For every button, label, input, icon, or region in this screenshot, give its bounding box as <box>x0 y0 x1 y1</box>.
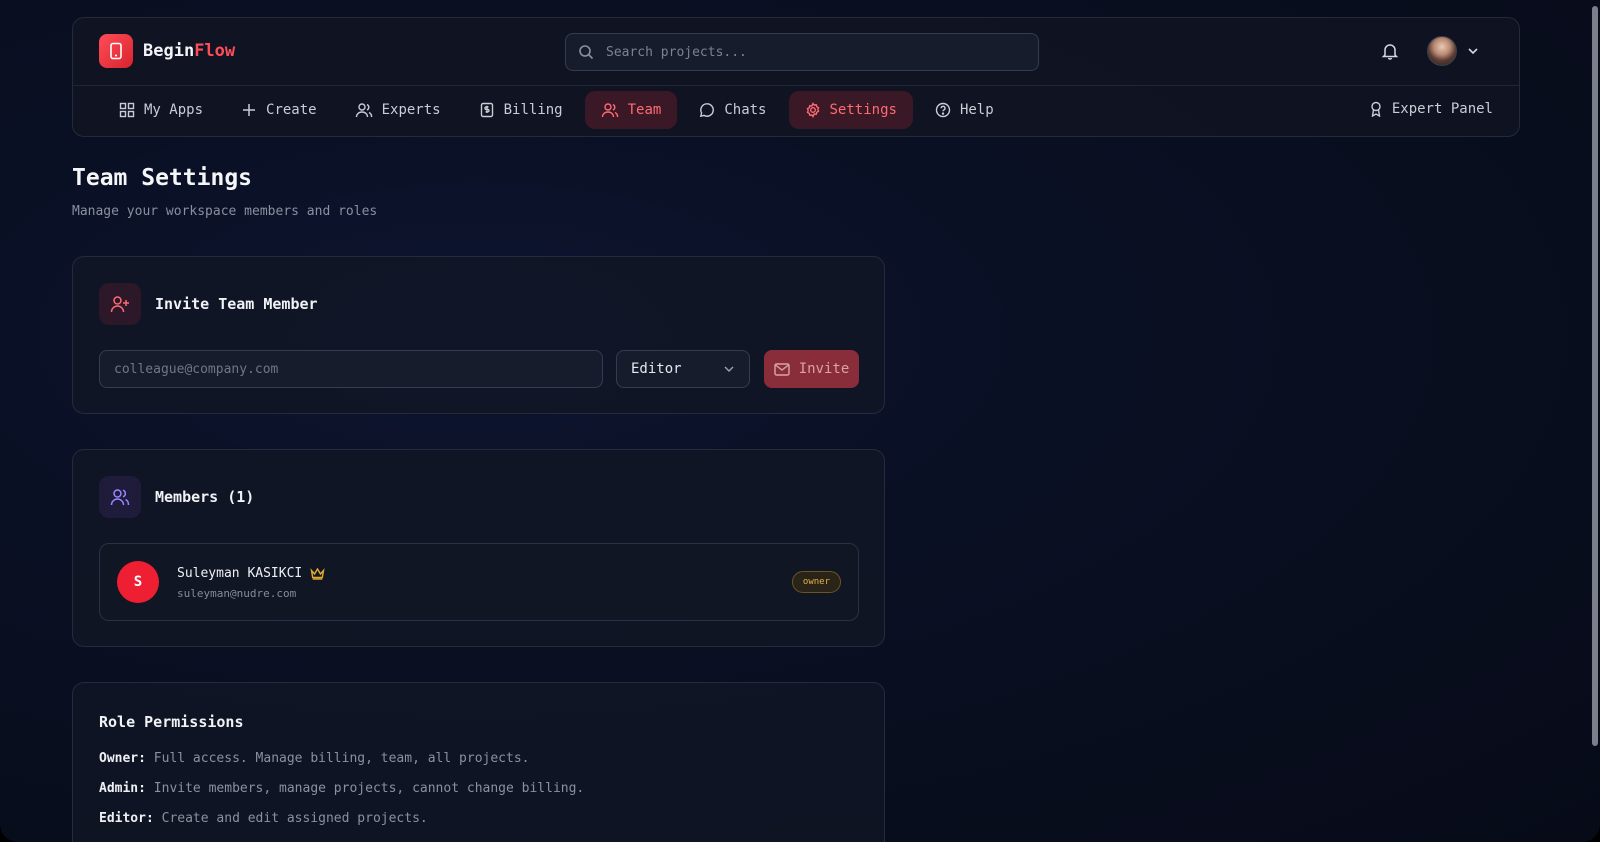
main-nav: My Apps Create Experts Billing Team Chat… <box>103 90 1010 130</box>
brand-name: BeginFlow <box>143 41 236 61</box>
permissions-card: Role Permissions Owner: Full access. Man… <box>72 682 885 842</box>
nav-label: My Apps <box>144 102 204 118</box>
role-badge: owner <box>791 571 841 593</box>
mail-icon <box>774 362 790 376</box>
expert-panel-label: Expert Panel <box>1391 101 1493 117</box>
members-card: Members (1) S Suleyman KASIKCI suleyman@… <box>72 449 885 647</box>
member-name: Suleyman KASIKCI <box>177 566 325 581</box>
page-subtitle: Manage your workspace members and roles <box>72 204 378 219</box>
permission-owner: Owner: Full access. Manage billing, team… <box>99 751 530 766</box>
nav-item-help[interactable]: Help <box>919 91 1010 129</box>
receipt-icon <box>480 102 493 118</box>
permission-editor: Editor: Create and edit assigned project… <box>99 811 428 826</box>
header: BeginFlow My Apps Create <box>72 17 1520 137</box>
role-select-value: Editor <box>631 361 682 377</box>
chevron-down-icon[interactable] <box>1467 45 1479 57</box>
app-window: BeginFlow My Apps Create <box>0 0 1600 842</box>
member-avatar: S <box>117 561 159 603</box>
help-circle-icon <box>935 102 951 118</box>
plus-icon <box>243 104 256 116</box>
members-card-title: Members (1) <box>155 488 255 506</box>
nav-item-experts[interactable]: Experts <box>339 91 457 129</box>
nav-label: Experts <box>381 102 441 118</box>
invite-card-header: Invite Team Member <box>99 283 318 325</box>
notification-bell-icon[interactable] <box>1381 42 1399 64</box>
nav-label: Create <box>266 102 317 118</box>
member-name-text: Suleyman KASIKCI <box>177 566 303 581</box>
users-icon <box>99 476 141 518</box>
nav-label: Chats <box>724 102 767 118</box>
award-icon <box>1371 101 1381 117</box>
nav-label: Team <box>627 102 662 118</box>
members-card-header: Members (1) <box>99 476 254 518</box>
nav-label: Settings <box>829 102 897 118</box>
nav-label: Billing <box>503 102 563 118</box>
nav-item-settings[interactable]: Settings <box>788 91 913 129</box>
avatar[interactable] <box>1427 36 1457 66</box>
expert-panel-link[interactable]: Expert Panel <box>1369 90 1493 128</box>
nav-item-chats[interactable]: Chats <box>683 91 782 129</box>
search-bar[interactable] <box>565 33 1039 71</box>
user-plus-icon <box>99 283 141 325</box>
user-icon <box>601 103 618 118</box>
invite-card: Invite Team Member Editor Invite <box>72 256 885 414</box>
chevron-down-icon <box>724 366 734 372</box>
invite-button-label: Invite <box>798 361 850 377</box>
chat-bubble-icon <box>700 103 715 118</box>
invite-email-field[interactable] <box>99 350 603 388</box>
gear-icon <box>806 102 819 118</box>
logo[interactable]: BeginFlow <box>99 34 235 68</box>
member-row[interactable]: S Suleyman KASIKCI suleyman@nudre.com ow… <box>99 543 859 621</box>
search-input[interactable] <box>606 44 1006 60</box>
page-title: Team Settings <box>72 165 253 191</box>
nav-item-my-apps[interactable]: My Apps <box>103 91 219 129</box>
invite-card-title: Invite Team Member <box>155 295 318 313</box>
scrollbar[interactable] <box>1592 6 1598 746</box>
users-icon <box>355 103 372 118</box>
grid-icon <box>119 102 135 118</box>
user-menu[interactable] <box>1427 36 1479 66</box>
search-icon <box>579 45 594 60</box>
invite-button[interactable]: Invite <box>764 350 859 388</box>
nav-item-create[interactable]: Create <box>225 91 333 129</box>
permissions-title: Role Permissions <box>99 713 244 731</box>
nav-item-team[interactable]: Team <box>584 91 678 129</box>
crown-icon <box>310 567 325 580</box>
nav-item-billing[interactable]: Billing <box>463 91 579 129</box>
nav-label: Help <box>959 102 994 118</box>
role-select[interactable]: Editor <box>616 350 750 388</box>
phone-icon <box>99 34 133 68</box>
permission-admin: Admin: Invite members, manage projects, … <box>99 781 585 796</box>
member-email: suleyman@nudre.com <box>177 587 297 600</box>
header-top: BeginFlow <box>73 18 1519 86</box>
